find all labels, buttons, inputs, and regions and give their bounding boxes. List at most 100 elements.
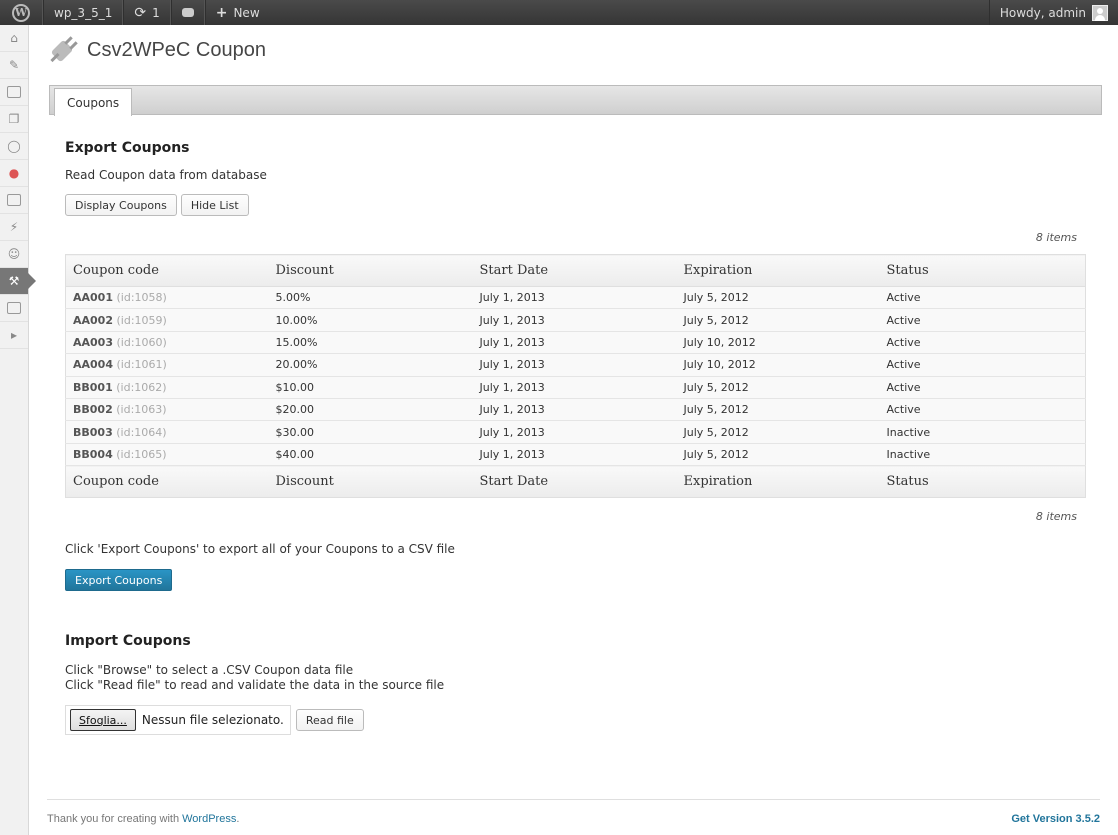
export-coupons-button[interactable]: Export Coupons [65, 569, 173, 591]
my-account-link[interactable]: Howdy, admin [988, 0, 1118, 25]
table-row[interactable]: AA004 (id:1061) 20.00% July 1, 2013 July 10… [65, 353, 1086, 377]
table-row[interactable]: AA002 (id:1059) 10.00% July 1, 2013 July 5,… [65, 308, 1086, 332]
cell-expiration: July 5, 2012 [676, 375, 880, 399]
hide-list-button[interactable]: Hide List [180, 194, 249, 216]
updates-count: 1 [152, 5, 160, 20]
column-header-expiration[interactable]: Expiration [676, 254, 880, 287]
file-name-label: Nessun file selezionato. [141, 713, 284, 727]
new-label: New [233, 5, 260, 20]
coupon-code[interactable]: BB004 [73, 448, 113, 461]
table-header-row: Coupon code Discount Start Date Expirati… [65, 254, 1086, 287]
media-icon[interactable] [0, 79, 28, 106]
cell-start: July 1, 2013 [472, 330, 677, 355]
store-icon[interactable]: ● [0, 160, 28, 187]
column-footer-discount[interactable]: Discount [268, 465, 473, 498]
cell-code: BB001 (id:1062) [65, 375, 269, 399]
column-header-start[interactable]: Start Date [472, 254, 677, 287]
column-footer-status[interactable]: Status [879, 465, 1086, 498]
plus-icon: + [215, 4, 228, 21]
browse-button[interactable]: Sfoglia... [70, 709, 136, 731]
table-row[interactable]: BB002 (id:1063) $20.00 July 1, 2013 July 5,… [65, 397, 1086, 422]
column-footer-expiration[interactable]: Expiration [676, 465, 880, 498]
avatar [1092, 4, 1108, 21]
table-row[interactable]: AA003 (id:1060) 15.00% July 1, 2013 July 10… [65, 330, 1086, 355]
cell-expiration: July 5, 2012 [676, 420, 880, 444]
settings-icon[interactable] [0, 295, 28, 322]
cell-discount: 10.00% [268, 308, 473, 332]
coupon-code[interactable]: BB003 [73, 426, 113, 439]
cell-expiration: July 10, 2012 [676, 353, 880, 377]
table-row[interactable]: BB004 (id:1065) $40.00 July 1, 2013 July 5,… [65, 442, 1086, 467]
cell-start: July 1, 2013 [472, 397, 677, 422]
export-hint: Click 'Export Coupons' to export all of … [65, 542, 455, 556]
cell-status: Active [879, 375, 1086, 399]
column-footer-start[interactable]: Start Date [472, 465, 677, 498]
column-header-code[interactable]: Coupon code [65, 254, 269, 287]
table-body: AA001 (id:1058) 5.00% July 1, 2013 July 5, … [65, 285, 1086, 467]
cell-start: July 1, 2013 [472, 308, 677, 332]
pages-icon[interactable]: ❐ [0, 106, 28, 133]
appearance-icon[interactable] [0, 187, 28, 214]
page-title: Csv2WPeC Coupon [87, 38, 266, 61]
footer-period: . [236, 812, 240, 825]
column-footer-code[interactable]: Coupon code [65, 465, 269, 498]
updates-link[interactable]: ⟳ 1 [124, 0, 169, 25]
comments-link[interactable] [172, 0, 204, 25]
cell-discount: $10.00 [268, 375, 473, 399]
footer: Thank you for creating with WordPress. G… [47, 799, 1100, 835]
coupon-id: (id:1058) [116, 291, 167, 305]
pin-icon[interactable]: ✎ [0, 52, 28, 79]
coupon-code[interactable]: AA002 [73, 314, 113, 327]
cell-status: Active [879, 285, 1086, 310]
comments-icon [181, 8, 194, 17]
footer-thanks: Thank you for creating with WordPress. [47, 813, 239, 825]
wordpress-link[interactable]: WordPress [182, 813, 236, 825]
howdy-label: Howdy, admin [999, 5, 1086, 20]
coupon-code[interactable]: AA004 [73, 358, 113, 371]
get-version-link[interactable]: Get Version 3.5.2 [1011, 813, 1100, 825]
coupon-id: (id:1060) [116, 335, 167, 349]
column-header-status[interactable]: Status [879, 254, 1086, 287]
file-input[interactable]: Sfoglia... Nessun file selezionato. [65, 705, 291, 735]
table-row[interactable]: BB003 (id:1064) $30.00 July 1, 2013 July 5,… [65, 420, 1086, 444]
coupon-id: (id:1063) [116, 403, 167, 417]
table-row[interactable]: BB001 (id:1062) $10.00 July 1, 2013 July 5,… [65, 375, 1086, 399]
cell-status: Active [879, 397, 1086, 422]
updates-icon: ⟳ [134, 4, 147, 21]
footer-thanks-text: Thank you for creating with [47, 812, 183, 825]
items-count-bottom: 8 items [1035, 510, 1077, 523]
comments-menu-icon[interactable]: ◯ [0, 133, 28, 160]
cell-discount: 15.00% [268, 330, 473, 355]
site-name-link[interactable]: wp_3_5_1 [44, 0, 122, 25]
coupon-id: (id:1061) [116, 358, 167, 372]
cell-start: July 1, 2013 [472, 442, 677, 467]
wordpress-logo-icon[interactable]: W [0, 0, 42, 25]
cell-expiration: July 10, 2012 [676, 330, 880, 355]
coupon-code[interactable]: AA001 [73, 291, 113, 304]
coupon-code[interactable]: BB001 [73, 381, 113, 394]
coupons-table: Coupon code Discount Start Date Expirati… [65, 254, 1086, 499]
cell-expiration: July 5, 2012 [676, 308, 880, 332]
plugin-icon [47, 34, 79, 66]
coupon-id: (id:1064) [116, 425, 167, 439]
users-icon[interactable]: ☺ [0, 241, 28, 268]
collapse-menu-icon[interactable]: ▸ [0, 322, 28, 349]
import-instruction-2: Click "Read file" to read and validate t… [65, 678, 445, 692]
export-description: Read Coupon data from database [65, 168, 267, 182]
coupon-code[interactable]: BB002 [73, 403, 113, 416]
read-file-button[interactable]: Read file [295, 709, 364, 731]
plugins-icon[interactable]: ⚡ [0, 214, 28, 241]
tab-coupons[interactable]: Coupons [54, 88, 133, 116]
admin-menu: ⌂ ✎ ❐ ◯ ● ⚡ ☺ ⚒ ▸ [0, 25, 36, 835]
cell-code: AA001 (id:1058) [65, 285, 269, 310]
coupon-code[interactable]: AA003 [73, 336, 113, 349]
display-coupons-button[interactable]: Display Coupons [65, 194, 177, 216]
tools-icon[interactable]: ⚒ [0, 268, 36, 295]
cell-status: Inactive [879, 420, 1086, 444]
column-header-discount[interactable]: Discount [268, 254, 473, 287]
dashboard-icon[interactable]: ⌂ [0, 25, 28, 52]
admin-bar: W wp_3_5_1 ⟳ 1 + New Howdy, admin [0, 0, 1118, 25]
table-row[interactable]: AA001 (id:1058) 5.00% July 1, 2013 July 5, … [65, 285, 1086, 310]
new-content-link[interactable]: + New [206, 0, 270, 25]
coupon-id: (id:1062) [116, 380, 167, 394]
